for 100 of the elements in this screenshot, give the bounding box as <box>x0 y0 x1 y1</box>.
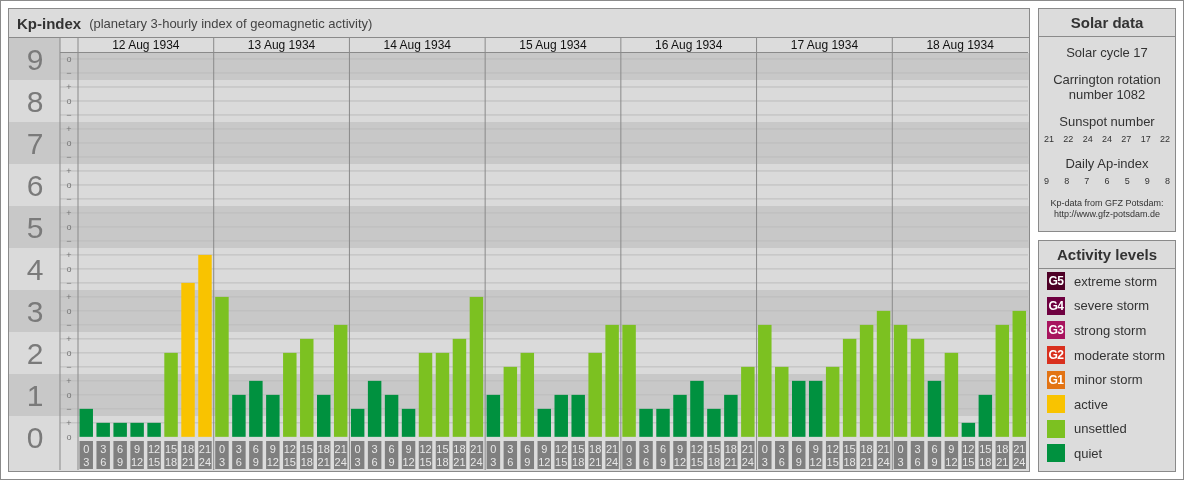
x-tick-label: 3 6 <box>100 443 107 468</box>
level-badge: G1 <box>1047 370 1065 389</box>
kp-bar <box>808 380 823 437</box>
hour-label: 3 6 <box>96 441 110 469</box>
hour-label: 6 9 <box>520 441 535 469</box>
hour-label: 18 21 <box>724 441 738 469</box>
x-tick-label: 3 6 <box>778 443 785 468</box>
axis-digit: 6 <box>26 168 44 202</box>
kp-bar <box>249 380 263 437</box>
ap-value: 8 <box>1164 176 1170 186</box>
kp-bar <box>978 394 993 437</box>
x-tick-label: 0 3 <box>490 443 497 468</box>
axis-sign: − <box>66 68 72 78</box>
ap-value: 8 <box>1064 176 1070 186</box>
panel-title: Solar data <box>1039 9 1175 37</box>
hour-label: 3 6 <box>503 441 518 469</box>
hour-label: 12 15 <box>825 441 840 469</box>
level-badge: G5 <box>1047 272 1065 291</box>
axis-sign: + <box>66 123 72 134</box>
hour-label: 15 18 <box>164 441 178 469</box>
data-credit: Kp-data from GFZ Potsdam: <box>1050 198 1164 209</box>
axis-digit: 9 <box>26 43 44 76</box>
x-tick-label: 0 3 <box>897 443 904 468</box>
kp-bar <box>79 408 93 437</box>
level-badge: G3 <box>1047 321 1065 340</box>
axis-sign: − <box>66 235 72 246</box>
chart-title: Kp-index <box>17 14 82 32</box>
kp-bar <box>401 408 416 437</box>
hour-label: 18 21 <box>317 441 331 469</box>
hour-label: 0 3 <box>350 441 365 469</box>
kp-bar <box>724 394 738 437</box>
ap-value: 6 <box>1104 176 1110 186</box>
chart-subtitle: (planetary 3-hourly index of geomagnetic activity) <box>89 15 373 31</box>
hour-label: 0 3 <box>622 441 636 469</box>
level-label: unsettled <box>1074 421 1127 437</box>
kp-bar <box>825 366 840 437</box>
hour-label: 9 12 <box>673 441 687 469</box>
hour-label: 18 21 <box>181 441 195 469</box>
level-label: extreme storm <box>1074 273 1158 289</box>
kp-bar <box>656 408 670 437</box>
hour-label: 15 18 <box>842 441 857 469</box>
level-label: minor storm <box>1074 372 1143 388</box>
sunspot-value: 22 <box>1063 134 1074 144</box>
x-tick-label: 6 9 <box>388 443 395 468</box>
level-label: severe storm <box>1074 298 1150 314</box>
kp-bar <box>927 380 942 437</box>
axis-sign: + <box>66 165 72 176</box>
hour-label: 12 15 <box>147 441 161 469</box>
date-label: 13 Aug 1934 <box>247 38 316 52</box>
hour-label: 15 18 <box>571 441 585 469</box>
axis-digit: 8 <box>26 84 44 118</box>
hour-label: 21 24 <box>741 441 755 469</box>
sunspot-value: 22 <box>1159 134 1170 144</box>
axis-digit: 3 <box>26 294 44 328</box>
solar-cycle: Solar cycle 17 <box>1066 45 1148 60</box>
kp-bar <box>384 394 399 437</box>
level-label: moderate storm <box>1074 347 1166 363</box>
x-tick-label: 6 9 <box>117 443 124 468</box>
hour-label: 3 6 <box>639 441 653 469</box>
kp-bar <box>792 380 806 437</box>
kp-bar <box>350 408 365 437</box>
hour-label: 9 12 <box>130 441 144 469</box>
kp-bar <box>486 394 501 437</box>
x-tick-label: 6 9 <box>524 443 531 468</box>
kp-bar <box>554 394 568 437</box>
hour-label: 15 18 <box>978 441 993 469</box>
hour-label: 18 21 <box>452 441 467 469</box>
kp-bar <box>367 380 382 437</box>
ap-value: 9 <box>1044 176 1049 186</box>
axis-sign: + <box>66 375 72 386</box>
axis-sign: o <box>66 179 72 190</box>
axis-sign: o <box>66 431 72 442</box>
hour-label: 21 24 <box>198 441 212 469</box>
credit-url: http://www.gfz-potsdam.de <box>1052 209 1161 220</box>
hour-label: 9 12 <box>266 441 280 469</box>
x-tick-label: 3 6 <box>914 443 921 468</box>
hour-label: 6 9 <box>249 441 263 469</box>
axis-sign: + <box>66 291 72 302</box>
x-tick-label: 6 9 <box>252 443 259 468</box>
axis-sign: + <box>66 417 72 428</box>
hour-label: 12 15 <box>283 441 297 469</box>
hour-label: 15 18 <box>300 441 314 469</box>
hour-label: 0 3 <box>893 441 908 469</box>
axis-sign: − <box>66 151 72 162</box>
date-label: 18 Aug 1934 <box>926 38 994 52</box>
date-label: 12 Aug 1934 <box>112 38 180 52</box>
hour-label: 18 21 <box>995 441 1010 469</box>
axis-digit: 0 <box>26 420 44 454</box>
hour-label: 3 6 <box>367 441 382 469</box>
x-tick-label: 3 6 <box>235 443 242 468</box>
x-tick-label: 3 6 <box>371 443 378 468</box>
x-tick-label: 0 3 <box>83 443 90 468</box>
axis-sign: + <box>66 82 72 92</box>
kp-bar <box>503 366 518 437</box>
hour-label: 6 9 <box>792 441 806 469</box>
axis-sign: + <box>66 249 72 260</box>
hour-label: 21 24 <box>605 441 619 469</box>
hour-label: 3 6 <box>775 441 789 469</box>
ap-value: 7 <box>1084 176 1090 186</box>
ap-index-label: Daily Ap-index <box>1065 156 1149 171</box>
